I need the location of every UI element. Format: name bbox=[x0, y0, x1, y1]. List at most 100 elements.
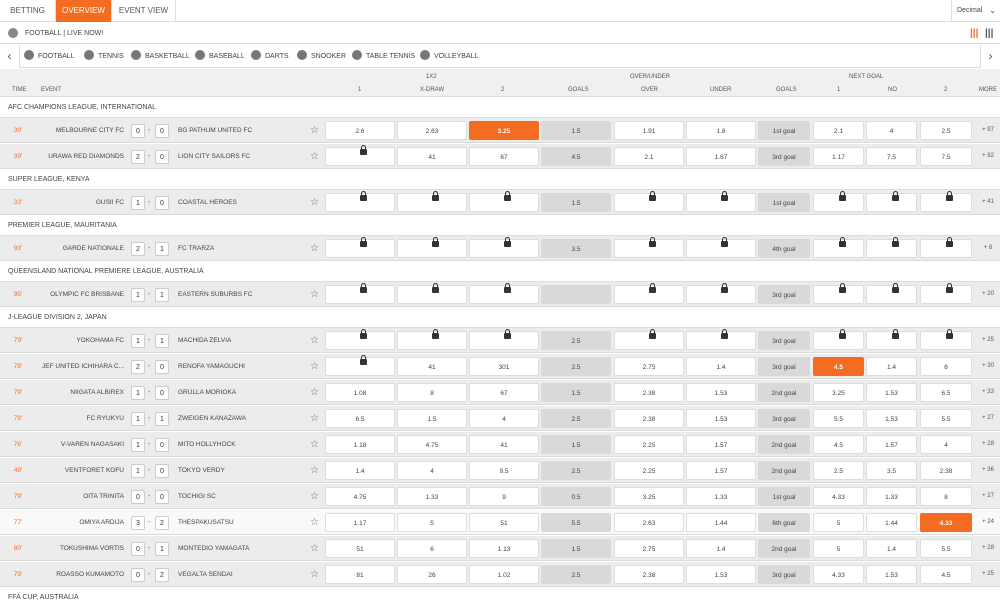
odds-cell[interactable]: 2.25 bbox=[614, 461, 684, 480]
odds-cell[interactable]: 1.44 bbox=[866, 513, 917, 532]
favorite-star-icon[interactable]: ☆ bbox=[310, 328, 319, 353]
odds-cell[interactable]: 4.33 bbox=[813, 565, 864, 584]
odds-cell[interactable]: 4.33 bbox=[920, 513, 972, 532]
view-list-icon[interactable]: ||| bbox=[970, 28, 978, 39]
favorite-star-icon[interactable]: ☆ bbox=[310, 562, 319, 587]
tab-event-view[interactable]: EVENT VIEW bbox=[112, 0, 176, 22]
odds-cell[interactable]: 4.75 bbox=[397, 435, 467, 454]
sport-tab-basketball[interactable]: BASKETBALL bbox=[131, 45, 190, 68]
odds-cell[interactable]: 1.67 bbox=[686, 147, 756, 166]
odds-cell[interactable]: 2.38 bbox=[920, 461, 972, 480]
odds-cell[interactable]: 4.5 bbox=[920, 565, 972, 584]
odds-cell[interactable]: 1.17 bbox=[325, 513, 395, 532]
more-markets-link[interactable]: + 8 bbox=[976, 236, 1000, 261]
odds-cell[interactable]: 1.57 bbox=[686, 435, 756, 454]
odds-cell[interactable]: 2.25 bbox=[614, 435, 684, 454]
odds-cell[interactable]: 2.38 bbox=[614, 565, 684, 584]
favorite-star-icon[interactable]: ☆ bbox=[310, 406, 319, 431]
odds-cell[interactable]: 1.53 bbox=[866, 409, 917, 428]
match-row[interactable]: 77' OMIYA ARDIJA 3-2 THESPAKUSATSU ☆ 1.17 5 51 5… bbox=[0, 510, 1000, 535]
odds-cell[interactable]: 5.5 bbox=[920, 409, 972, 428]
odds-cell[interactable]: 4.33 bbox=[813, 487, 864, 506]
odds-cell[interactable]: 2.5 bbox=[920, 121, 972, 140]
favorite-star-icon[interactable]: ☆ bbox=[310, 484, 319, 509]
match-row[interactable]: 78' JEF UNITED ICHIHARA C... 2-0 RENOFA YAM… bbox=[0, 354, 1000, 379]
odds-cell[interactable]: 4.5 bbox=[813, 435, 864, 454]
odds-cell[interactable]: 1.4 bbox=[686, 539, 756, 558]
more-markets-link[interactable]: + 28 bbox=[976, 432, 1000, 457]
odds-format-select[interactable]: Decimal ⌄ bbox=[951, 0, 1000, 22]
favorite-star-icon[interactable]: ☆ bbox=[310, 282, 319, 307]
more-markets-link[interactable]: + 33 bbox=[976, 380, 1000, 405]
match-row[interactable]: 79' FC RYUKYU 1-1 ZWEIGEN KANAZAWA ☆ 6.5 1.5 4 2… bbox=[0, 406, 1000, 431]
odds-cell[interactable]: 1.44 bbox=[686, 513, 756, 532]
favorite-star-icon[interactable]: ☆ bbox=[310, 144, 319, 169]
odds-cell[interactable]: 41 bbox=[469, 435, 539, 454]
match-row[interactable]: 49' VENTFORET KOFU 1-0 TOKYO VERDY ☆ 1.4 4 9.5 2… bbox=[0, 458, 1000, 483]
match-row[interactable]: 39' URAWA RED DIAMONDS 2-0 LION CITY SAILOR… bbox=[0, 144, 1000, 169]
odds-cell[interactable]: 51 bbox=[325, 539, 395, 558]
odds-cell[interactable]: 2.1 bbox=[813, 121, 864, 140]
odds-cell[interactable]: 2.75 bbox=[614, 539, 684, 558]
odds-cell[interactable]: 1.4 bbox=[866, 357, 917, 376]
more-markets-link[interactable]: + 24 bbox=[976, 510, 1000, 535]
sport-tab-tennis[interactable]: TENNIS bbox=[84, 45, 124, 68]
odds-cell[interactable]: 5 bbox=[813, 539, 864, 558]
odds-cell[interactable]: 1.13 bbox=[469, 539, 539, 558]
odds-cell[interactable]: 1.33 bbox=[397, 487, 467, 506]
odds-cell[interactable]: 1.18 bbox=[325, 435, 395, 454]
sport-tab-volleyball[interactable]: VOLLEYBALL bbox=[420, 45, 478, 68]
more-markets-link[interactable]: + 28 bbox=[976, 536, 1000, 561]
odds-cell[interactable]: 4 bbox=[920, 435, 972, 454]
odds-cell[interactable]: 5.5 bbox=[920, 539, 972, 558]
odds-cell[interactable]: 2.63 bbox=[397, 121, 467, 140]
odds-cell[interactable]: 2.75 bbox=[614, 357, 684, 376]
more-markets-link[interactable]: + 25 bbox=[976, 328, 1000, 353]
more-markets-link[interactable]: + 27 bbox=[976, 484, 1000, 509]
odds-cell[interactable]: 26 bbox=[397, 565, 467, 584]
scroll-right-arrow[interactable]: › bbox=[980, 45, 1000, 68]
odds-cell[interactable]: 2.5 bbox=[813, 461, 864, 480]
odds-cell[interactable]: 5 bbox=[397, 513, 467, 532]
odds-cell[interactable]: 2.6 bbox=[325, 121, 395, 140]
more-markets-link[interactable]: + 30 bbox=[976, 354, 1000, 379]
favorite-star-icon[interactable]: ☆ bbox=[310, 536, 319, 561]
more-markets-link[interactable]: + 20 bbox=[976, 282, 1000, 307]
odds-cell[interactable]: 1.4 bbox=[866, 539, 917, 558]
odds-cell[interactable]: 6 bbox=[397, 539, 467, 558]
odds-cell[interactable]: 4 bbox=[397, 461, 467, 480]
match-row[interactable]: 95' OLYMPIC FC BRISBANE 1-1 EASTERN SUBURBS… bbox=[0, 282, 1000, 307]
odds-cell[interactable]: 1.08 bbox=[325, 383, 395, 402]
favorite-star-icon[interactable]: ☆ bbox=[310, 118, 319, 143]
odds-cell[interactable]: 67 bbox=[469, 383, 539, 402]
scroll-left-arrow[interactable]: ‹ bbox=[0, 45, 20, 68]
favorite-star-icon[interactable]: ☆ bbox=[310, 510, 319, 535]
odds-cell[interactable]: 3.25 bbox=[813, 383, 864, 402]
odds-cell[interactable]: 6 bbox=[920, 357, 972, 376]
sport-tab-baseball[interactable]: BASEBALL bbox=[195, 45, 245, 68]
odds-cell[interactable]: 3.5 bbox=[866, 461, 917, 480]
match-row[interactable]: 79' YOKOHAMA FC 1-1 MACHIDA ZELVIA ☆ 2.5 3rd g… bbox=[0, 328, 1000, 353]
odds-cell[interactable]: 6.5 bbox=[920, 383, 972, 402]
view-grid-icon[interactable]: ||| bbox=[985, 28, 993, 39]
match-row[interactable]: 79' ROASSO KUMAMOTO 0-2 VEGALTA SENDAI ☆ 81 26… bbox=[0, 562, 1000, 587]
match-row[interactable]: 33' GUSII FC 1-0 COASTAL HEROES ☆ 1.5 1st goal… bbox=[0, 190, 1000, 215]
odds-cell[interactable]: 5 bbox=[813, 513, 864, 532]
odds-cell[interactable]: 1.02 bbox=[469, 565, 539, 584]
favorite-star-icon[interactable]: ☆ bbox=[310, 236, 319, 261]
more-markets-link[interactable]: + 27 bbox=[976, 406, 1000, 431]
odds-cell[interactable]: 2.1 bbox=[614, 147, 684, 166]
odds-cell[interactable]: 41 bbox=[397, 147, 467, 166]
match-row[interactable]: 79' NIIGATA ALBIREX 1-0 GRULLA MORIOKA ☆ 1.08… bbox=[0, 380, 1000, 405]
sport-tab-table-tennis[interactable]: TABLE TENNIS bbox=[352, 45, 415, 68]
odds-cell[interactable]: 81 bbox=[325, 565, 395, 584]
odds-cell[interactable]: 1.33 bbox=[686, 487, 756, 506]
more-markets-link[interactable]: + 97 bbox=[976, 118, 1000, 143]
odds-cell[interactable]: 1.53 bbox=[686, 383, 756, 402]
match-row[interactable]: 80' TOKUSHIMA VORTIS 0-1 MONTEDIO YAMAGATA ☆… bbox=[0, 536, 1000, 561]
odds-cell[interactable]: 51 bbox=[469, 513, 539, 532]
odds-cell[interactable]: 7.5 bbox=[866, 147, 917, 166]
odds-cell[interactable]: 8 bbox=[397, 383, 467, 402]
odds-cell[interactable]: 7.5 bbox=[920, 147, 972, 166]
odds-cell[interactable]: 4 bbox=[866, 121, 917, 140]
